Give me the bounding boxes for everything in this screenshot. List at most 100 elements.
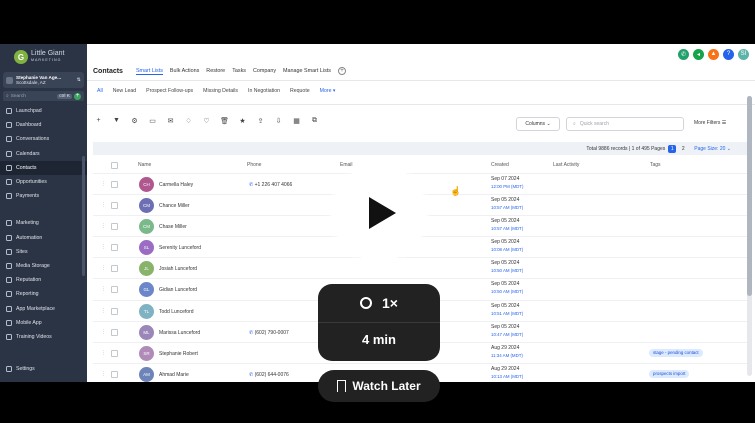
contact-name[interactable]: Marissa Lunceford: [159, 330, 200, 336]
list-tab-in-negotiation[interactable]: In Negotiation: [248, 88, 280, 94]
row-checkbox[interactable]: [111, 223, 118, 231]
list-tab-missing-details[interactable]: Missing Details: [203, 88, 238, 94]
row-menu-icon[interactable]: ⋮: [101, 329, 106, 335]
contact-name[interactable]: Todd Lunceford: [159, 309, 193, 315]
row-menu-icon[interactable]: ⋮: [101, 371, 106, 377]
contact-phone[interactable]: ✆ +1 226 407 4066: [249, 182, 292, 188]
page-size-select[interactable]: Page Size: 20 ⌄: [694, 146, 731, 152]
page-2-button[interactable]: 2: [679, 145, 687, 153]
tab-smart-lists[interactable]: Smart Lists: [135, 68, 163, 75]
row-checkbox[interactable]: [111, 370, 118, 378]
col-tags[interactable]: Tags: [650, 162, 661, 168]
list-tab-new-lead[interactable]: New Lead: [113, 88, 136, 94]
quick-add-button[interactable]: +: [74, 92, 81, 100]
sidebar-item-marketing[interactable]: Marketing: [0, 216, 87, 230]
contact-phone[interactable]: ✆ (602) 790-0007: [249, 330, 289, 336]
tab-tasks[interactable]: Tasks: [232, 68, 246, 74]
contact-name[interactable]: Ahmad Marie: [159, 372, 189, 378]
row-menu-icon[interactable]: ⋮: [101, 350, 106, 356]
contact-name[interactable]: Josiah Lunceford: [159, 266, 197, 272]
col-phone[interactable]: Phone: [247, 162, 261, 168]
sidebar-item-contacts[interactable]: Contacts: [0, 160, 87, 175]
add-tab-icon[interactable]: +: [337, 67, 346, 75]
more-filters-button[interactable]: More Filters ☰: [694, 120, 726, 126]
col-last-activity[interactable]: Last Activity: [553, 162, 579, 168]
scroll-thumb[interactable]: [747, 96, 752, 296]
list-tab-more[interactable]: More ▾: [320, 88, 336, 94]
contact-name[interactable]: Serenity Lunceford: [159, 245, 201, 251]
bell-icon[interactable]: ▲: [708, 48, 719, 60]
row-menu-icon[interactable]: ⋮: [101, 265, 106, 271]
row-checkbox[interactable]: [111, 244, 118, 252]
row-menu-icon[interactable]: ⋮: [101, 308, 106, 314]
email-icon[interactable]: ✉: [167, 117, 174, 125]
contact-name[interactable]: Carmella Haley: [159, 182, 193, 188]
col-created[interactable]: Created: [491, 162, 509, 168]
row-menu-icon[interactable]: ⋮: [101, 181, 106, 187]
row-checkbox[interactable]: [111, 349, 118, 357]
user-avatar[interactable]: SI: [738, 48, 749, 60]
sidebar-scrollbar[interactable]: [82, 156, 85, 276]
sidebar-item-training-videos[interactable]: Training Videos: [0, 330, 87, 344]
list-tab-all[interactable]: All: [97, 88, 103, 94]
table-row[interactable]: ⋮ SL Serenity Lunceford Sep 05 2024 10:08 AM…: [93, 236, 747, 257]
row-checkbox[interactable]: [111, 307, 118, 315]
page-1-button[interactable]: 1: [668, 144, 677, 153]
list-tab-requote[interactable]: Requote: [290, 88, 310, 94]
tag-badge[interactable]: prospects import: [649, 369, 690, 378]
tag-badge[interactable]: stage - pending contact: [649, 348, 703, 357]
select-all-checkbox[interactable]: [111, 162, 118, 169]
list-tab-prospect-follow-ups[interactable]: Prospect Follow-ups: [146, 88, 193, 94]
tab-company[interactable]: Company: [253, 68, 276, 74]
tag-remove-icon[interactable]: ♡: [203, 117, 210, 125]
add-icon[interactable]: +: [95, 117, 102, 124]
columns-dropdown[interactable]: Columns ⌄: [516, 117, 560, 131]
tab-bulk-actions[interactable]: Bulk Actions: [170, 68, 199, 74]
row-checkbox[interactable]: [111, 265, 118, 273]
sidebar-item-mobile-app[interactable]: Mobile App: [0, 316, 87, 330]
contact-name[interactable]: Chase Miller: [159, 224, 187, 230]
workflow-icon[interactable]: ⚙: [131, 117, 138, 125]
trash-icon[interactable]: 🗑: [220, 117, 229, 125]
phone-icon[interactable]: ✆: [678, 48, 689, 60]
contact-name[interactable]: Gidian Lunceford: [159, 287, 197, 293]
sidebar-item-launchpad[interactable]: Launchpad: [0, 104, 87, 118]
import-icon[interactable]: ⇩: [275, 117, 282, 125]
quick-search-input[interactable]: ⌕ Quick search: [566, 117, 684, 131]
row-menu-icon[interactable]: ⋮: [101, 202, 106, 208]
watch-later-button[interactable]: Watch Later: [318, 370, 440, 402]
video-play-button[interactable]: [331, 165, 427, 261]
row-checkbox[interactable]: [111, 328, 118, 336]
row-checkbox[interactable]: [111, 181, 118, 188]
sidebar-item-reputation[interactable]: Reputation: [0, 273, 87, 287]
contact-name[interactable]: Stephanie Robert: [159, 351, 198, 357]
row-menu-icon[interactable]: ⋮: [101, 223, 106, 229]
row-checkbox[interactable]: [111, 286, 118, 294]
row-checkbox[interactable]: [111, 202, 118, 210]
col-email[interactable]: Email: [340, 162, 353, 168]
filter-icon[interactable]: ▼: [113, 117, 120, 124]
tag-add-icon[interactable]: ♢: [185, 117, 192, 125]
export-icon[interactable]: ⇪: [257, 117, 264, 125]
contact-phone[interactable]: ✆ (602) 644-0076: [249, 372, 289, 378]
account-switcher[interactable]: Stephanie Van Age... Scottsdale, AZ ⇅: [3, 72, 84, 88]
megaphone-icon[interactable]: ◂: [693, 48, 704, 60]
sidebar-search[interactable]: ⌕ Search ctrl K +: [3, 91, 84, 101]
row-menu-icon[interactable]: ⋮: [101, 286, 106, 292]
col-name[interactable]: Name: [138, 162, 151, 168]
sidebar-item-dashboard[interactable]: Dashboard: [0, 118, 87, 132]
sidebar-item-opportunities[interactable]: Opportunities: [0, 175, 87, 189]
sidebar-item-settings[interactable]: Settings: [0, 362, 87, 376]
sidebar-item-conversations[interactable]: Conversations: [0, 132, 87, 146]
sidebar-item-sites[interactable]: Sites: [0, 245, 87, 259]
sidebar-item-app-marketplace[interactable]: App Marketplace: [0, 301, 87, 315]
table-row[interactable]: ⋮ JL Josiah Lunceford Sep 05 2024 10:50 AM (…: [93, 257, 747, 278]
contact-name[interactable]: Chance Miller: [159, 203, 190, 209]
brand-logo[interactable]: G Little Giant MARKETING: [0, 44, 87, 70]
playback-speed-button[interactable]: 1×: [318, 295, 440, 311]
row-menu-icon[interactable]: ⋮: [101, 244, 106, 250]
sidebar-item-media-storage[interactable]: Media Storage: [0, 259, 87, 273]
star-icon[interactable]: ★: [239, 117, 246, 125]
sidebar-item-reporting[interactable]: Reporting: [0, 287, 87, 301]
chart-icon[interactable]: ▦: [293, 117, 300, 125]
